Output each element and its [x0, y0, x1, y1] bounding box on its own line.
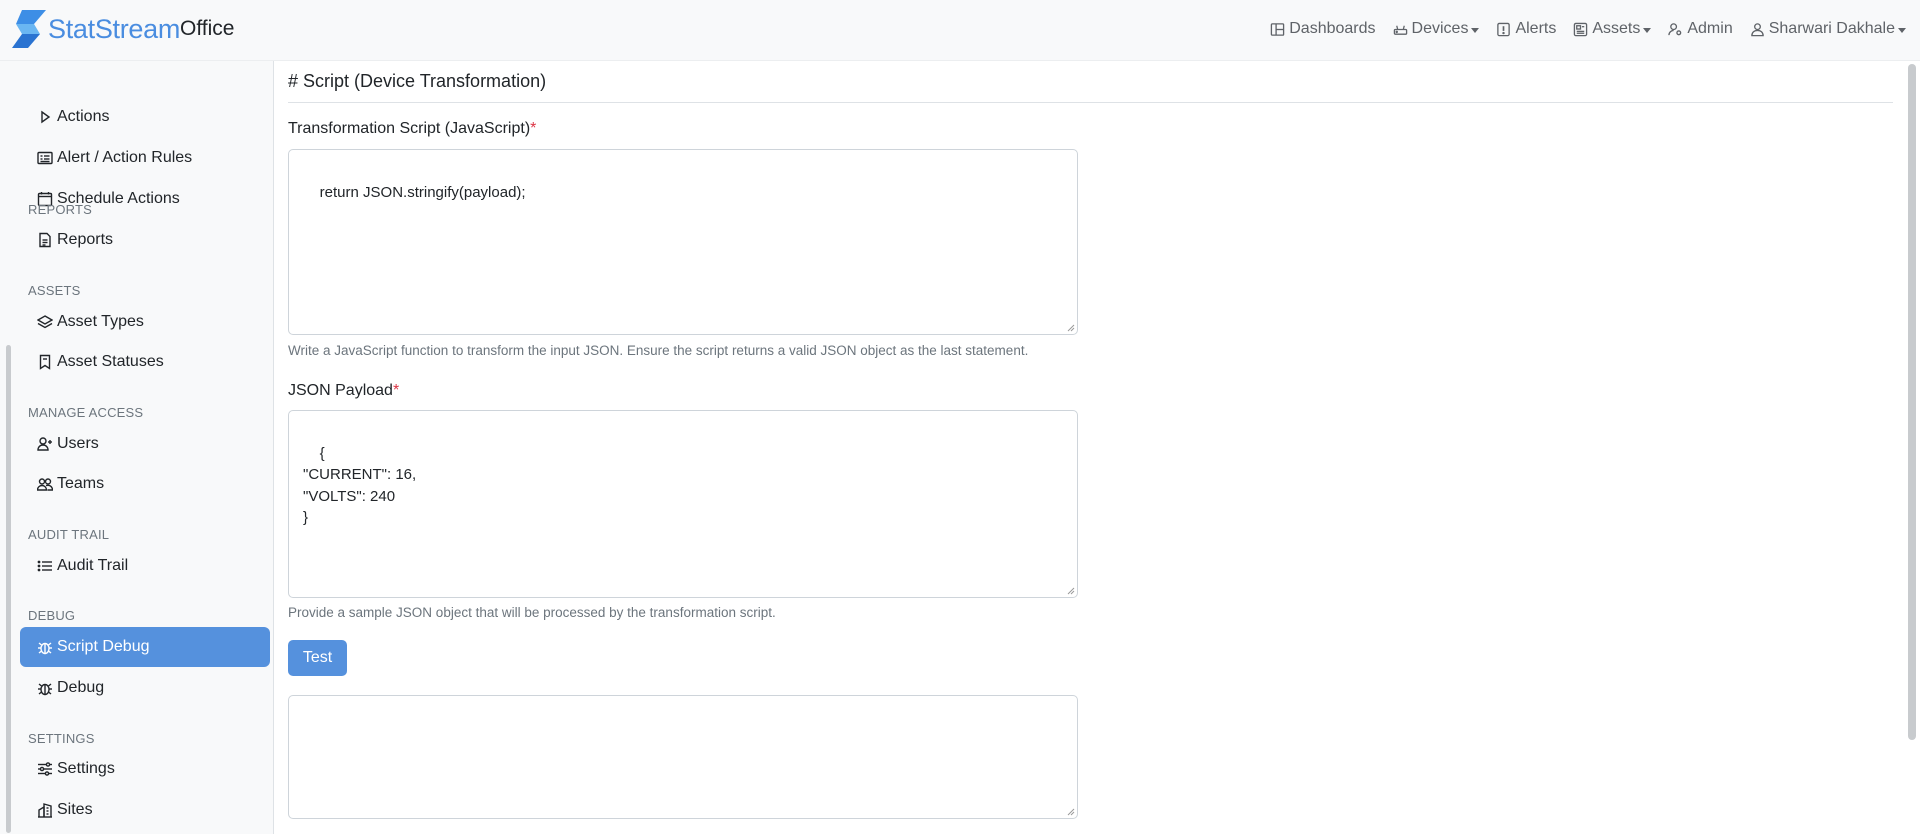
sidebar-item-script-debug[interactable]: Script Debug: [20, 627, 270, 667]
script-help-text: Write a JavaScript function to transform…: [288, 343, 1029, 358]
organization-name: Office: [180, 17, 235, 40]
sidebar-item-actions[interactable]: Actions: [20, 97, 270, 137]
sidebar-section-manage-access: MANAGE ACCESS: [28, 405, 144, 420]
sidebar-item-label: Audit Trail: [57, 557, 129, 574]
nav-alerts[interactable]: Alerts: [1496, 18, 1556, 40]
nav-menu: Dashboards Devices Alerts Assets Admin S…: [1253, 18, 1906, 40]
payload-label: JSON Payload*: [288, 381, 399, 401]
title-divider: [288, 102, 1893, 103]
nav-user-menu[interactable]: Sharwari Dakhale: [1750, 18, 1906, 40]
nav-admin-label: Admin: [1687, 20, 1733, 37]
router-icon: [1393, 25, 1407, 35]
sidebar-item-label: Script Debug: [57, 638, 150, 655]
sidebar-item-audit-trail[interactable]: Audit Trail: [20, 546, 270, 586]
json-payload-value: { "CURRENT": 16, "VOLTS": 240 }: [303, 444, 417, 527]
sidebar-item-label: Teams: [57, 475, 105, 492]
sidebar-section-settings: SETTINGS: [28, 731, 95, 746]
sidebar-section-debug: DEBUG: [28, 608, 76, 623]
brand-name: StatStream: [48, 14, 181, 44]
alert-icon: [1497, 22, 1511, 36]
sliders-icon: [38, 762, 52, 776]
rules-icon: [37, 151, 53, 165]
sidebar-item-label: Sites: [57, 801, 93, 818]
page-scrollbar[interactable]: [1908, 64, 1916, 740]
dashboard-icon: [1271, 22, 1285, 36]
resize-handle-icon[interactable]: [1067, 587, 1075, 595]
bug-icon: [38, 642, 52, 655]
payload-label-text: JSON Payload: [288, 382, 393, 399]
chevron-down-icon: [1898, 27, 1906, 33]
sidebar: Actions Alert / Action Rules Schedule Ac…: [0, 61, 274, 834]
bug-icon: [38, 683, 52, 696]
sidebar-item-label: Asset Types: [57, 313, 144, 330]
sidebar-item-label: Users: [57, 435, 99, 452]
transformation-script-textarea[interactable]: return JSON.stringify(payload);: [288, 149, 1078, 335]
main-content: # Script (Device Transformation) Transfo…: [275, 61, 1905, 834]
building-icon: [38, 803, 52, 818]
sidebar-item-users[interactable]: Users: [20, 424, 270, 464]
chevron-down-icon: [1471, 27, 1480, 33]
sidebar-item-settings[interactable]: Settings: [20, 749, 270, 789]
sidebar-item-teams[interactable]: Teams: [20, 464, 270, 504]
resize-handle-icon[interactable]: [1067, 808, 1075, 816]
sidebar-section-reports: REPORTS: [28, 202, 93, 217]
sidebar-item-label: Reports: [57, 231, 114, 248]
brand[interactable]: StatStream: [12, 10, 180, 48]
nav-devices-label: Devices: [1411, 20, 1469, 37]
sidebar-item-alert-action-rules[interactable]: Alert / Action Rules: [20, 138, 270, 178]
nav-admin[interactable]: Admin: [1668, 18, 1733, 40]
sidebar-item-label: Alert / Action Rules: [57, 149, 193, 166]
statstream-logo-icon: [12, 10, 46, 48]
layers-icon: [37, 315, 53, 329]
nav-dashboards[interactable]: Dashboards: [1270, 18, 1376, 40]
nav-assets[interactable]: Assets: [1573, 18, 1652, 40]
test-button[interactable]: Test: [288, 640, 347, 676]
user-icon: [1750, 22, 1764, 36]
sidebar-item-label: Debug: [57, 679, 105, 696]
nav-alerts-label: Alerts: [1515, 20, 1557, 37]
transformation-script-value: return JSON.stringify(payload);: [319, 183, 526, 201]
script-label: Transformation Script (JavaScript)*: [288, 119, 536, 139]
sidebar-item-asset-statuses[interactable]: Asset Statuses: [20, 342, 270, 382]
output-textarea[interactable]: [288, 695, 1078, 819]
assets-icon: [1574, 22, 1588, 36]
payload-help-text: Provide a sample JSON object that will b…: [288, 605, 776, 620]
sidebar-item-reports[interactable]: Reports: [20, 220, 270, 260]
json-payload-textarea[interactable]: { "CURRENT": 16, "VOLTS": 240 }: [288, 410, 1078, 598]
people-icon: [37, 478, 53, 491]
nav-assets-label: Assets: [1592, 20, 1641, 37]
sidebar-item-sites[interactable]: Sites: [20, 790, 270, 830]
sidebar-item-debug[interactable]: Debug: [20, 668, 270, 708]
sidebar-scrollbar[interactable]: [6, 345, 11, 833]
page-title: # Script (Device Transformation): [288, 71, 547, 91]
required-asterisk: *: [392, 382, 400, 399]
resize-handle-icon[interactable]: [1067, 324, 1075, 332]
script-label-text: Transformation Script (JavaScript): [288, 120, 531, 137]
list-icon: [37, 560, 52, 572]
report-icon: [39, 232, 51, 248]
sidebar-item-label: Actions: [57, 108, 110, 125]
required-asterisk: *: [530, 120, 537, 137]
nav-dashboards-label: Dashboards: [1289, 20, 1376, 37]
nav-user-label: Sharwari Dakhale: [1768, 20, 1895, 37]
admin-icon: [1668, 22, 1682, 35]
top-navbar: StatStream Office Dashboards Devices Ale…: [0, 0, 1920, 61]
sidebar-section-audit-trail: AUDIT TRAIL: [28, 527, 110, 542]
play-icon: [41, 110, 51, 124]
user-plus-icon: [37, 437, 52, 451]
sidebar-item-label: Settings: [57, 760, 115, 777]
bookmark-icon: [39, 354, 51, 370]
sidebar-item-label: Asset Statuses: [57, 353, 164, 370]
chevron-down-icon: [1643, 27, 1652, 33]
sidebar-section-assets: ASSETS: [28, 283, 81, 298]
nav-devices[interactable]: Devices: [1393, 18, 1480, 40]
sidebar-item-asset-types[interactable]: Asset Types: [20, 302, 270, 342]
